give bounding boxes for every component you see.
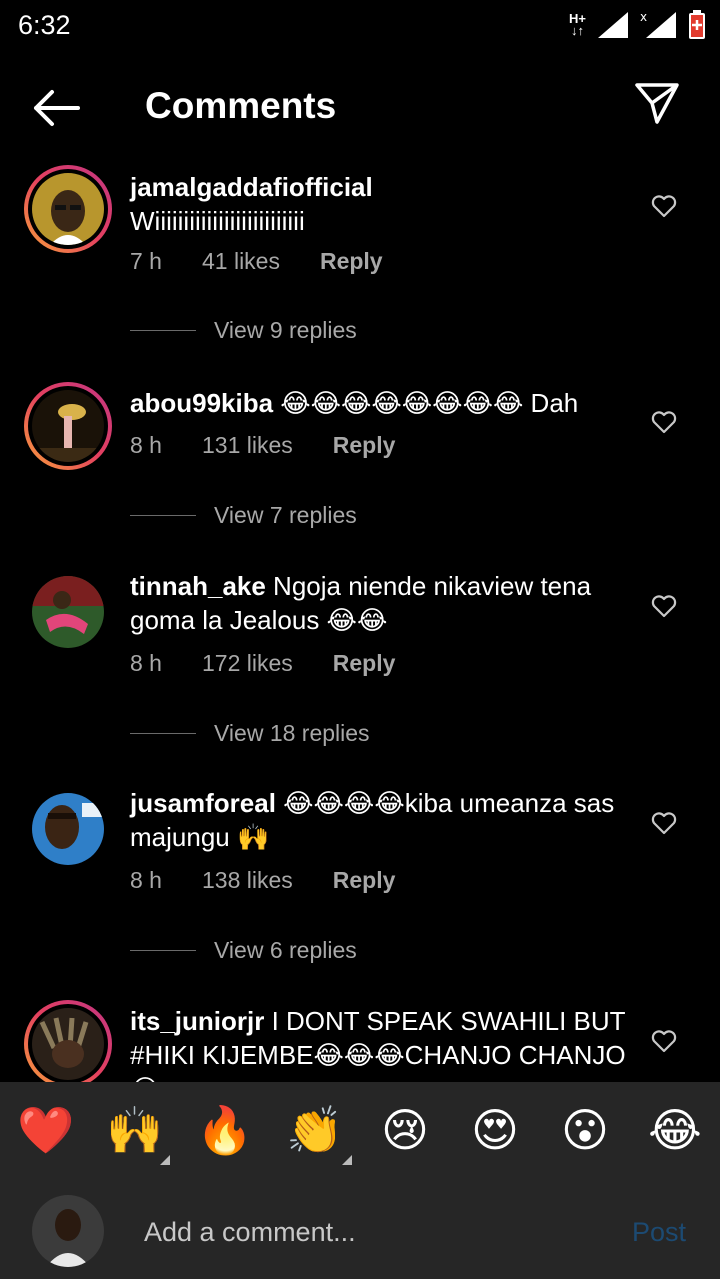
variant-indicator-icon — [160, 1155, 170, 1165]
divider-line — [130, 329, 196, 331]
page-title: Comments — [145, 85, 337, 126]
signal-icon — [598, 12, 628, 38]
comment-composer: ❤️ 🙌 🔥 👏 😢 😍 😮 😂 Post — [0, 1082, 720, 1279]
view-replies-button[interactable]: View 7 replies — [130, 500, 357, 530]
heart-icon — [651, 812, 677, 835]
comment-likes[interactable]: 138 likes — [202, 867, 293, 894]
svg-text:x: x — [640, 10, 647, 24]
avatar[interactable] — [24, 165, 112, 253]
reply-button[interactable]: Reply — [333, 650, 396, 677]
reply-button[interactable]: Reply — [320, 248, 383, 275]
divider-line — [130, 949, 196, 951]
comment-time: 8 h — [130, 432, 162, 458]
comment-likes[interactable]: 172 likes — [202, 650, 293, 677]
heart-icon — [651, 1030, 677, 1053]
like-button[interactable] — [651, 194, 677, 218]
avatar[interactable] — [24, 1000, 112, 1082]
comment-username[interactable]: tinnah_ake — [130, 571, 266, 601]
view-replies-label: View 18 replies — [214, 719, 370, 746]
avatar-image — [32, 793, 104, 865]
view-replies-label: View 7 replies — [214, 501, 357, 528]
comment-list[interactable]: jamalgaddafiofficial Wiiiiiiiiiiiiiiiiii… — [0, 160, 720, 1082]
status-bar: 6:32 H+ ↓↑ x — [0, 0, 720, 50]
avatar[interactable] — [24, 382, 112, 470]
avatar-image — [32, 576, 104, 648]
view-replies-button[interactable]: View 18 replies — [130, 718, 370, 748]
comment-meta: 8 h 138 likes Reply — [130, 867, 435, 894]
view-replies-label: View 6 replies — [214, 936, 357, 963]
comment-time: 8 h — [130, 867, 162, 893]
heart-icon — [651, 195, 677, 218]
paper-plane-icon — [635, 83, 679, 124]
comment-body: 😂😂😂😂😂😂😂😂 Dah — [273, 388, 579, 418]
like-button[interactable] — [651, 410, 677, 434]
reaction-raised-hands[interactable]: 🙌 — [105, 1100, 165, 1160]
comment-meta: 8 h 131 likes Reply — [130, 432, 435, 459]
reaction-crying-face[interactable]: 😢 — [375, 1100, 435, 1160]
status-time: 6:32 — [18, 10, 71, 40]
reaction-tears-of-joy[interactable]: 😂 — [645, 1100, 705, 1160]
avatar-image — [32, 1195, 104, 1267]
quick-reactions-bar: ❤️ 🙌 🔥 👏 😢 😍 😮 😂 — [0, 1100, 720, 1170]
avatar-image — [32, 173, 104, 245]
comment-meta: 7 h 41 likes Reply — [130, 248, 423, 275]
comment-body: Wiiiiiiiiiiiiiiiiiiiiiiiiii — [130, 206, 305, 236]
comment-time: 8 h — [130, 650, 162, 676]
like-button[interactable] — [651, 811, 677, 835]
header: Comments — [0, 60, 720, 155]
comment-likes[interactable]: 131 likes — [202, 432, 293, 459]
reaction-clapping-hands[interactable]: 👏 — [285, 1100, 345, 1160]
battery-icon — [689, 10, 705, 39]
view-replies-button[interactable]: View 6 replies — [130, 935, 357, 965]
reaction-fire[interactable]: 🔥 — [195, 1100, 255, 1160]
comment-likes[interactable]: 41 likes — [202, 248, 280, 275]
comment-username[interactable]: jamalgaddafiofficial — [130, 172, 373, 202]
comment-text: its_juniorjr I DONT SPEAK SWAHILI BUT #H… — [130, 1004, 628, 1082]
heart-icon — [651, 411, 677, 434]
network-type-icon: H+ ↓↑ — [569, 11, 586, 38]
variant-indicator-icon — [342, 1155, 352, 1165]
comment-input[interactable] — [144, 1212, 604, 1252]
avatar-image — [32, 390, 104, 462]
avatar-image — [32, 1008, 104, 1080]
heart-icon — [651, 595, 677, 618]
comment-text: tinnah_ake Ngoja niende nikaview tena go… — [130, 569, 628, 637]
reaction-heart[interactable]: ❤️ — [16, 1100, 76, 1160]
comment-username[interactable]: jusamforeal — [130, 788, 276, 818]
comment-text: jusamforeal 😂😂😂😂kiba umeanza sas majungu… — [130, 786, 628, 854]
divider-line — [130, 514, 196, 516]
arrow-left-icon — [34, 90, 80, 126]
view-replies-button[interactable]: View 9 replies — [130, 315, 357, 345]
reply-button[interactable]: Reply — [333, 432, 396, 459]
current-user-avatar — [32, 1195, 104, 1267]
share-button[interactable] — [634, 80, 680, 126]
like-button[interactable] — [651, 1029, 677, 1053]
post-button[interactable]: Post — [632, 1217, 686, 1248]
view-replies-label: View 9 replies — [214, 316, 357, 343]
comment-text: jamalgaddafiofficial Wiiiiiiiiiiiiiiiiii… — [130, 170, 628, 238]
reaction-surprised-face[interactable]: 😮 — [555, 1100, 615, 1160]
comment-username[interactable]: abou99kiba — [130, 388, 273, 418]
divider-line — [130, 732, 196, 734]
signal-no-data-icon: x — [640, 10, 676, 38]
avatar[interactable] — [32, 793, 104, 865]
status-icons: H+ ↓↑ x — [569, 8, 706, 42]
comment-username[interactable]: its_juniorjr — [130, 1006, 264, 1036]
reaction-heart-eyes[interactable]: 😍 — [465, 1100, 525, 1160]
comment-time: 7 h — [130, 248, 162, 274]
comment-meta: 8 h 172 likes Reply — [130, 650, 435, 677]
like-button[interactable] — [651, 594, 677, 618]
comment-text: abou99kiba 😂😂😂😂😂😂😂😂 Dah — [130, 386, 628, 420]
avatar[interactable] — [32, 576, 104, 648]
back-button[interactable] — [30, 88, 82, 128]
reply-button[interactable]: Reply — [333, 867, 396, 894]
network-type-label: H+ — [569, 11, 586, 26]
